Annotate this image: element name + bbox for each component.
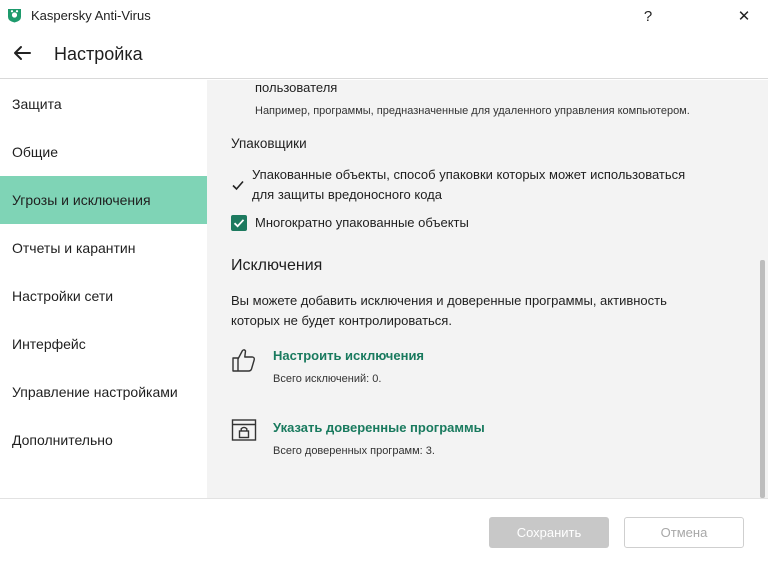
- sidebar-item-network[interactable]: Настройки сети: [0, 272, 207, 320]
- trusted-app-lock-icon: [231, 419, 257, 441]
- sidebar: Защита Общие Угрозы и исключения Отчеты …: [0, 80, 207, 498]
- packed-objects-label-line2[interactable]: для защиты вредоносного кода: [252, 185, 442, 205]
- sidebar-item-manage-settings[interactable]: Управление настройками: [0, 368, 207, 416]
- close-button[interactable]: ✕: [720, 0, 768, 32]
- multi-packed-label[interactable]: Многократно упакованные объекты: [255, 213, 469, 233]
- app-title: Kaspersky Anti-Virus: [31, 8, 151, 23]
- partial-description: Например, программы, предназначенные для…: [255, 105, 690, 117]
- trusted-programs-link[interactable]: Указать доверенные программы: [273, 420, 485, 435]
- packed-objects-label-line1[interactable]: Упакованные объекты, способ упаковки кот…: [252, 165, 685, 185]
- sidebar-item-general[interactable]: Общие: [0, 128, 207, 176]
- back-arrow-icon[interactable]: [10, 41, 34, 65]
- kaspersky-logo-icon: [8, 9, 21, 23]
- multi-packed-checkbox[interactable]: [231, 215, 247, 231]
- scrollbar[interactable]: [760, 260, 765, 498]
- sidebar-item-reports-quarantine[interactable]: Отчеты и карантин: [0, 224, 207, 272]
- footer: Сохранить Отмена: [0, 498, 768, 566]
- exclusions-desc-line1: Вы можете добавить исключения и доверенн…: [231, 293, 667, 308]
- exclusions-heading: Исключения: [231, 257, 323, 274]
- checkbox-checked-icon: [233, 219, 245, 228]
- save-button[interactable]: Сохранить: [489, 517, 609, 548]
- page-header: Настройка: [0, 32, 768, 79]
- trusted-programs-count: Всего доверенных программ: 3.: [273, 445, 435, 457]
- exclusions-desc-line2: которых не будет контролироваться.: [231, 313, 452, 328]
- sidebar-item-threats-exclusions[interactable]: Угрозы и исключения: [0, 176, 207, 224]
- configure-exclusions-link[interactable]: Настроить исключения: [273, 348, 424, 363]
- exclusions-count: Всего исключений: 0.: [273, 373, 382, 385]
- cancel-button[interactable]: Отмена: [624, 517, 744, 548]
- page-title: Настройка: [54, 44, 143, 64]
- partial-heading: пользователя: [255, 80, 338, 95]
- checkmark-icon[interactable]: [231, 178, 245, 192]
- thumbs-up-icon: [232, 349, 255, 372]
- settings-content: пользователя Например, программы, предна…: [207, 80, 768, 498]
- sidebar-item-interface[interactable]: Интерфейс: [0, 320, 207, 368]
- packers-heading: Упаковщики: [231, 136, 307, 151]
- sidebar-item-protection[interactable]: Защита: [0, 80, 207, 128]
- title-bar: Kaspersky Anti-Virus ? ✕: [0, 0, 768, 32]
- help-button[interactable]: ?: [624, 0, 672, 32]
- sidebar-item-advanced[interactable]: Дополнительно: [0, 416, 207, 464]
